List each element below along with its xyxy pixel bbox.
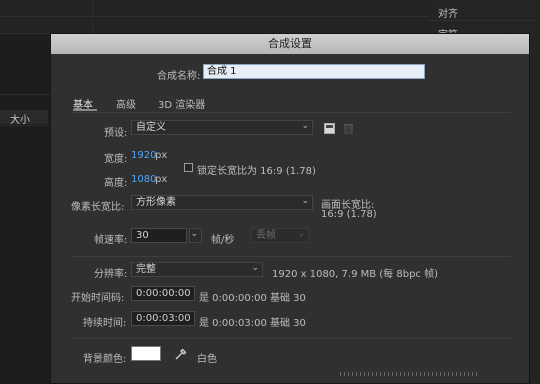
dialog-title[interactable]: 合成设置 <box>51 34 529 54</box>
drop-frame-value: 丢帧 <box>256 230 276 241</box>
frame-aspect-value: 16:9 (1.78) <box>321 209 377 220</box>
app-divider <box>428 20 540 21</box>
frame-rate-input[interactable]: 30 <box>131 228 187 243</box>
bg-color-name: 白色 <box>197 354 217 365</box>
width-unit: px <box>155 150 168 161</box>
resolution-label: 分辨率: <box>94 269 128 280</box>
resolution-info: 1920 x 1080, 7.9 MB (每 8bpc 帧) <box>272 269 438 280</box>
bg-color-swatch[interactable] <box>131 346 161 361</box>
start-timecode-label: 开始时间码: <box>71 293 125 304</box>
section-separator <box>71 256 511 257</box>
bg-color-label: 背景颜色: <box>83 354 127 365</box>
tab-separator <box>71 112 511 113</box>
chevron-down-icon: ⌄ <box>190 229 198 239</box>
compression-artifact <box>340 372 480 376</box>
app-divider <box>0 94 50 95</box>
comp-name-label: 合成名称: <box>157 71 201 82</box>
start-timecode-input[interactable]: 0:00:00:00 <box>131 286 195 301</box>
chevron-down-icon: ⌄ <box>301 196 309 206</box>
chevron-down-icon: ⌄ <box>301 121 309 131</box>
width-value[interactable]: 1920 <box>131 150 156 161</box>
resolution-dropdown[interactable]: 完整 ⌄ <box>131 262 263 277</box>
chevron-down-icon: ⌄ <box>251 263 259 273</box>
delete-preset-icon[interactable] <box>343 123 354 135</box>
save-preset-icon[interactable] <box>324 123 335 134</box>
lock-aspect-label[interactable]: 锁定长宽比为 16:9 (1.78) <box>197 162 316 177</box>
duration-label: 持续时间: <box>83 318 127 329</box>
tab-3d-renderer[interactable]: 3D 渲染器 <box>158 96 205 111</box>
preset-value: 自定义 <box>136 122 166 133</box>
pixel-aspect-dropdown[interactable]: 方形像素 ⌄ <box>131 195 313 210</box>
comp-name-input[interactable]: 合成 1 <box>203 64 425 79</box>
section-separator <box>71 338 511 339</box>
frame-rate-preset-button[interactable]: ⌄ <box>189 228 202 243</box>
height-value[interactable]: 1080 <box>131 174 156 185</box>
chevron-down-icon: ⌄ <box>297 229 305 239</box>
start-timecode-info: 是 0:00:00:00 基础 30 <box>199 293 306 304</box>
app-divider <box>0 125 50 126</box>
app-divider <box>0 16 428 17</box>
composition-settings-dialog: 合成设置 合成名称: 合成 1 基本 高级 3D 渲染器 预设: 自定义 ⌄ 宽… <box>50 33 530 384</box>
frame-rate-label: 帧速率: <box>94 235 128 246</box>
preset-dropdown[interactable]: 自定义 ⌄ <box>131 120 313 135</box>
preset-label: 预设: <box>104 128 128 139</box>
pixel-aspect-value: 方形像素 <box>136 197 176 208</box>
height-unit: px <box>155 174 168 185</box>
width-label: 宽度: <box>104 154 128 165</box>
duration-input[interactable]: 0:00:03:00 <box>131 311 195 326</box>
pixel-aspect-label: 像素长宽比: <box>71 202 125 213</box>
drop-frame-dropdown[interactable]: 丢帧 ⌄ <box>251 228 309 243</box>
lock-aspect-checkbox[interactable] <box>184 163 193 172</box>
tab-advanced[interactable]: 高级 <box>116 96 136 111</box>
panel-align[interactable]: 对齐 <box>438 5 458 20</box>
eyedropper-icon[interactable] <box>174 348 187 361</box>
frame-rate-unit: 帧/秒 <box>211 235 235 246</box>
resolution-value: 完整 <box>136 264 156 275</box>
size-column-label[interactable]: 大小 <box>10 111 30 126</box>
height-label: 高度: <box>104 178 128 189</box>
active-tab-indicator <box>73 109 97 111</box>
duration-info: 是 0:00:03:00 基础 30 <box>199 318 306 329</box>
